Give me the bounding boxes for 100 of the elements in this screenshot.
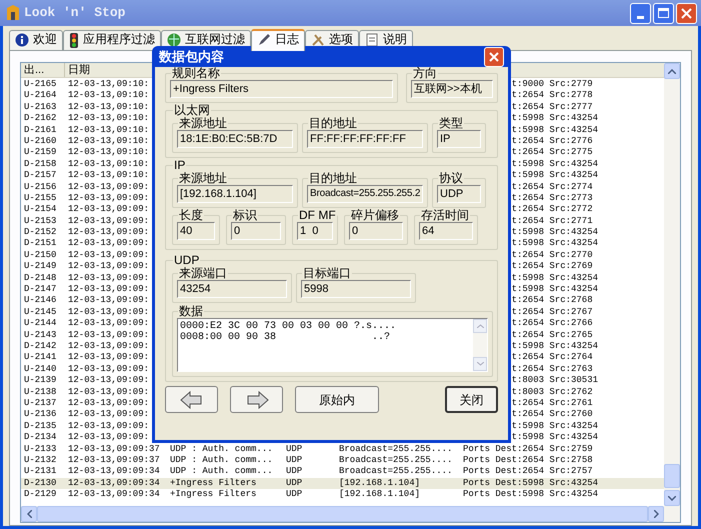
close-button[interactable]	[676, 2, 697, 24]
text-field[interactable]: 64	[419, 222, 473, 240]
group-label: 目标端口	[302, 267, 352, 280]
caret-left-icon	[26, 510, 32, 518]
minimize-icon	[637, 16, 644, 18]
data-text-area[interactable]: 0000:E2 3C 00 73 00 03 00 00 ?.s.... 0008:00 00 90 38 ..?	[177, 318, 488, 372]
scroll-right-button[interactable]	[648, 506, 664, 522]
log-row[interactable]: U-2132 12-03-13,09:09:37 UDP : Auth. comm... UDP Broadcast=255.255.... Ports Dest:2654 Src:2758	[21, 454, 664, 466]
text-field[interactable]: +Ingress Filters	[170, 80, 393, 98]
text-field[interactable]: 1 0	[297, 222, 333, 240]
table-cell-text: U-2137	[23, 398, 58, 410]
column-header[interactable]: 出...	[21, 63, 65, 77]
text-field[interactable]: 0	[349, 222, 403, 240]
document-icon	[365, 33, 379, 47]
table-cell-text: 12-03-13,09:09:	[67, 295, 150, 307]
table-cell-text: D-2157	[23, 170, 58, 182]
dialog-button[interactable]: 原始内	[295, 386, 379, 413]
text-field[interactable]: FF:FF:FF:FF:FF:FF	[307, 130, 423, 148]
table-cell-text: 12-03-13,09:10:	[67, 170, 150, 182]
scroll-thumb[interactable]	[664, 464, 680, 488]
table-cell-text: 12-03-13,09:09:	[67, 375, 150, 387]
table-cell-text: Broadcast=255.255....	[338, 454, 454, 466]
previous-button[interactable]	[165, 386, 218, 413]
table-cell-text: UDP	[285, 478, 304, 490]
table-cell-text: 12-03-13,09:10:	[67, 136, 150, 148]
table-cell-text: 12-03-13,09:09:34	[67, 489, 161, 500]
table-cell: t:2654 Src:2778	[512, 90, 593, 102]
group-label: DF MF	[298, 209, 337, 222]
table-cell-text: 12-03-13,09:10:	[67, 113, 150, 125]
maximize-button[interactable]	[653, 2, 674, 24]
log-row[interactable]: U-2133 12-03-13,09:09:37 UDP : Auth. comm... UDP Broadcast=255.255.... Ports Dest:2654 Src:2759	[21, 444, 664, 455]
table-cell: t:5998 Src:43254	[512, 420, 598, 432]
caret-up-icon	[476, 324, 484, 328]
table-cell-text: D-2148	[23, 272, 58, 284]
traffic-light-icon	[69, 33, 79, 48]
table-cell-text: Ports Dest:2654 Src:2758	[462, 454, 593, 466]
text-field[interactable]: IP	[437, 130, 481, 148]
scroll-up-button[interactable]	[664, 63, 680, 79]
table-cell-text: 12-03-13,09:09:34	[67, 466, 161, 478]
hex-dump-line: 0000:E2 3C 00 73 00 03 00 00 ?.s....	[180, 321, 398, 332]
table-cell-text: UDP : Auth. comm...	[169, 466, 274, 478]
group-label: 数据	[178, 305, 204, 318]
table-cell-text: U-2144	[23, 318, 58, 330]
text-field[interactable]: Broadcast=255.255.255.2	[307, 185, 423, 203]
table-cell: t:5998 Src:43254	[512, 432, 598, 444]
dialog-title: 数据包内容	[159, 48, 224, 66]
table-cell-text: D-2134	[23, 432, 58, 444]
table-cell-text: U-2141	[23, 352, 58, 364]
table-cell-text: Broadcast=255.255....	[338, 444, 454, 455]
group-label: IP	[173, 159, 186, 172]
tab[interactable]: 欢迎	[9, 30, 63, 50]
log-row[interactable]: U-2131 12-03-13,09:09:34 UDP : Auth. comm... UDP Broadcast=255.255.... Ports Dest:2654 Src:2757	[21, 466, 664, 478]
table-cell-text: 12-03-13,09:09:	[67, 227, 150, 238]
dialog-button[interactable]: 关闭	[445, 386, 498, 413]
scroll-left-button[interactable]	[21, 506, 37, 522]
table-cell-text: 12-03-13,09:10:	[67, 158, 150, 170]
text-field[interactable]: 5998	[301, 280, 411, 298]
table-cell: t:8003 Src:30531	[512, 375, 598, 387]
table-cell-text: UDP	[285, 454, 304, 466]
text-field[interactable]: 0	[231, 222, 281, 240]
table-cell-text: 12-03-13,09:09:	[67, 192, 150, 204]
table-cell: t:2654 Src:2760	[512, 409, 593, 421]
text-field[interactable]: 43254	[177, 280, 287, 298]
table-cell-text: U-2160	[23, 136, 58, 148]
table-cell-text: D-2152	[23, 227, 58, 238]
group-label: 目的地址	[308, 117, 358, 130]
text-field[interactable]: 18:1E:B0:EC:5B:7D	[177, 130, 293, 148]
vertical-scrollbar[interactable]	[664, 63, 680, 506]
app-icon	[4, 4, 22, 22]
table-cell-text: 12-03-13,09:09:	[67, 238, 150, 250]
table-cell-text: UDP	[285, 466, 304, 478]
log-row[interactable]: D-2129 12-03-13,09:09:34 +Ingress Filters UDP [192.168.1.104] Ports Dest:5998 Src:43254	[21, 489, 664, 500]
table-cell-text: U-2153	[23, 216, 58, 228]
table-cell-text: U-2131	[23, 466, 58, 478]
table-cell-text: +Ingress Filters	[169, 478, 258, 490]
log-row[interactable]: D-2130 12-03-13,09:09:34 +Ingress Filters UDP [192.168.1.104] Ports Dest:5998 Src:43254	[21, 478, 664, 490]
table-cell-text: 12-03-13,09:09:	[67, 182, 150, 193]
table-cell-text: U-2145	[23, 306, 58, 318]
scroll-down-button[interactable]	[664, 490, 680, 506]
table-cell: t:5998 Src:43254	[512, 340, 598, 352]
text-field[interactable]: UDP	[437, 185, 481, 203]
tab[interactable]: 日志	[251, 29, 305, 51]
table-cell-text: 12-03-13,09:09:	[67, 216, 150, 228]
text-field[interactable]: 互联网>>本机	[411, 80, 493, 98]
table-cell-text: U-2138	[23, 386, 58, 398]
group-label: 来源地址	[178, 117, 228, 130]
caret-down-icon	[668, 496, 676, 500]
tab[interactable]: 应用程序过滤	[63, 30, 161, 50]
minimize-button[interactable]	[630, 2, 651, 24]
next-button[interactable]	[230, 386, 283, 413]
text-field[interactable]: [192.168.1.104]	[177, 185, 293, 203]
table-cell-text: Broadcast=255.255....	[338, 466, 454, 478]
hex-dump-line: 0008:00 00 90 38 ..?	[180, 332, 392, 343]
text-field[interactable]: 40	[177, 222, 215, 240]
table-cell-text: 12-03-13,09:09:	[67, 432, 150, 444]
table-cell: t:8003 Src:2762	[512, 386, 593, 398]
table-cell-text: D-2135	[23, 420, 58, 432]
table-cell-text: 12-03-13,09:09:	[67, 204, 150, 216]
group-label: 碎片偏移	[350, 209, 400, 222]
close-button[interactable]	[484, 46, 504, 66]
